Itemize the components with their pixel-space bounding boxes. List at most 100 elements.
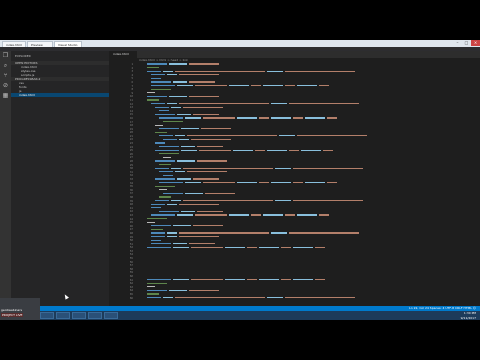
clock-date: 9/11/2017 (460, 315, 476, 320)
code-token (167, 74, 177, 76)
maximize-icon[interactable]: □ (462, 40, 471, 46)
code-token (327, 182, 337, 184)
code-token (147, 99, 159, 101)
code-token (315, 279, 325, 281)
code-token (167, 203, 177, 205)
taskbar-clock: 1:30 PM 9/11/2017 (461, 311, 476, 320)
code-token (259, 182, 269, 184)
code-token (293, 279, 313, 281)
code-token (155, 131, 167, 133)
code-token (229, 84, 249, 87)
code-token (197, 146, 223, 148)
code-token (187, 171, 227, 173)
taskbar-chrome-icon[interactable] (56, 312, 70, 319)
presenter-tag: PROJECT LIVE (1, 313, 24, 317)
code-token (163, 174, 173, 176)
code-token (179, 74, 219, 76)
code-token (263, 84, 283, 87)
code-token (147, 63, 167, 65)
code-token (155, 185, 175, 187)
code-token (155, 124, 163, 126)
debug-icon[interactable]: ⊘ (0, 81, 11, 91)
code-token (181, 128, 199, 130)
code-token (275, 167, 291, 169)
code-token (285, 214, 295, 216)
code-token (159, 153, 179, 155)
code-token (147, 297, 161, 299)
search-icon[interactable]: ⌕ (0, 61, 11, 71)
code-token (163, 70, 173, 72)
code-token (267, 149, 287, 151)
code-token (147, 70, 161, 72)
code-token (285, 84, 295, 87)
code-token (189, 95, 219, 97)
code-text (137, 246, 327, 250)
code-token (315, 246, 325, 248)
code-token (151, 102, 165, 105)
code-token (147, 279, 171, 281)
code-token (155, 149, 179, 151)
code-token (229, 214, 249, 216)
code-token (167, 232, 177, 234)
code-token (155, 199, 169, 202)
code-token (159, 164, 171, 166)
code-token (159, 117, 183, 119)
file-item-selected[interactable]: index.html (11, 93, 109, 97)
explorer-icon[interactable]: ❐ (0, 51, 11, 61)
code-token (163, 120, 183, 123)
code-token (319, 214, 329, 216)
code-token (147, 246, 171, 248)
code-token (147, 95, 167, 97)
code-token (203, 182, 235, 184)
extensions-icon[interactable]: ▦ (0, 91, 11, 101)
code-token (177, 178, 191, 180)
editor-tab-active[interactable]: index.html (109, 51, 137, 58)
code-token (191, 279, 223, 281)
code-token (185, 182, 201, 184)
minimize-icon[interactable]: – (453, 40, 462, 46)
code-token (281, 279, 291, 281)
code-token (151, 243, 171, 245)
screen: index.html Preview Web S... Visual Studi… (0, 40, 480, 320)
code-token (267, 297, 283, 299)
code-token (163, 156, 171, 159)
code-token (275, 199, 291, 202)
taskbar-app-icon[interactable] (88, 312, 102, 319)
breadcrumb: index.html > html > head > link (139, 58, 188, 62)
code-token (159, 135, 173, 137)
code-token (147, 67, 159, 69)
code-token (247, 279, 257, 281)
code-token (159, 110, 169, 112)
code-token (147, 217, 167, 220)
git-icon[interactable]: ⑂ (0, 71, 11, 81)
code-token (171, 167, 181, 169)
taskbar-app-icon[interactable] (104, 312, 118, 319)
code-token (195, 84, 227, 87)
code-token (189, 289, 219, 291)
code-token (293, 199, 363, 202)
taskbar-vscode-icon[interactable] (72, 312, 86, 319)
code-token (171, 106, 181, 108)
code-token (175, 171, 185, 173)
code-token (151, 228, 163, 230)
close-icon[interactable]: × (471, 40, 480, 46)
code-area[interactable]: 1 2 3 4 5 6 7 8 9 10 11 12 13 14 15 16 17 18 19 20 21 22 23 24 2… (109, 63, 480, 306)
code-token (285, 297, 355, 299)
code-token (195, 214, 227, 216)
code-token (181, 210, 195, 212)
code-token (155, 142, 165, 144)
code-token (293, 182, 303, 184)
taskbar-explorer-icon[interactable] (40, 312, 54, 319)
code-token (147, 293, 159, 295)
code-token (147, 282, 167, 284)
sidebar-title: EXPLORER (15, 54, 31, 58)
code-token (177, 160, 195, 162)
code-token (151, 81, 171, 83)
code-token (259, 279, 279, 281)
code-token (281, 246, 291, 248)
code-token (323, 149, 333, 151)
code-token (189, 243, 215, 245)
code-token (175, 135, 185, 137)
code-token (151, 207, 161, 209)
code-token (151, 84, 175, 87)
